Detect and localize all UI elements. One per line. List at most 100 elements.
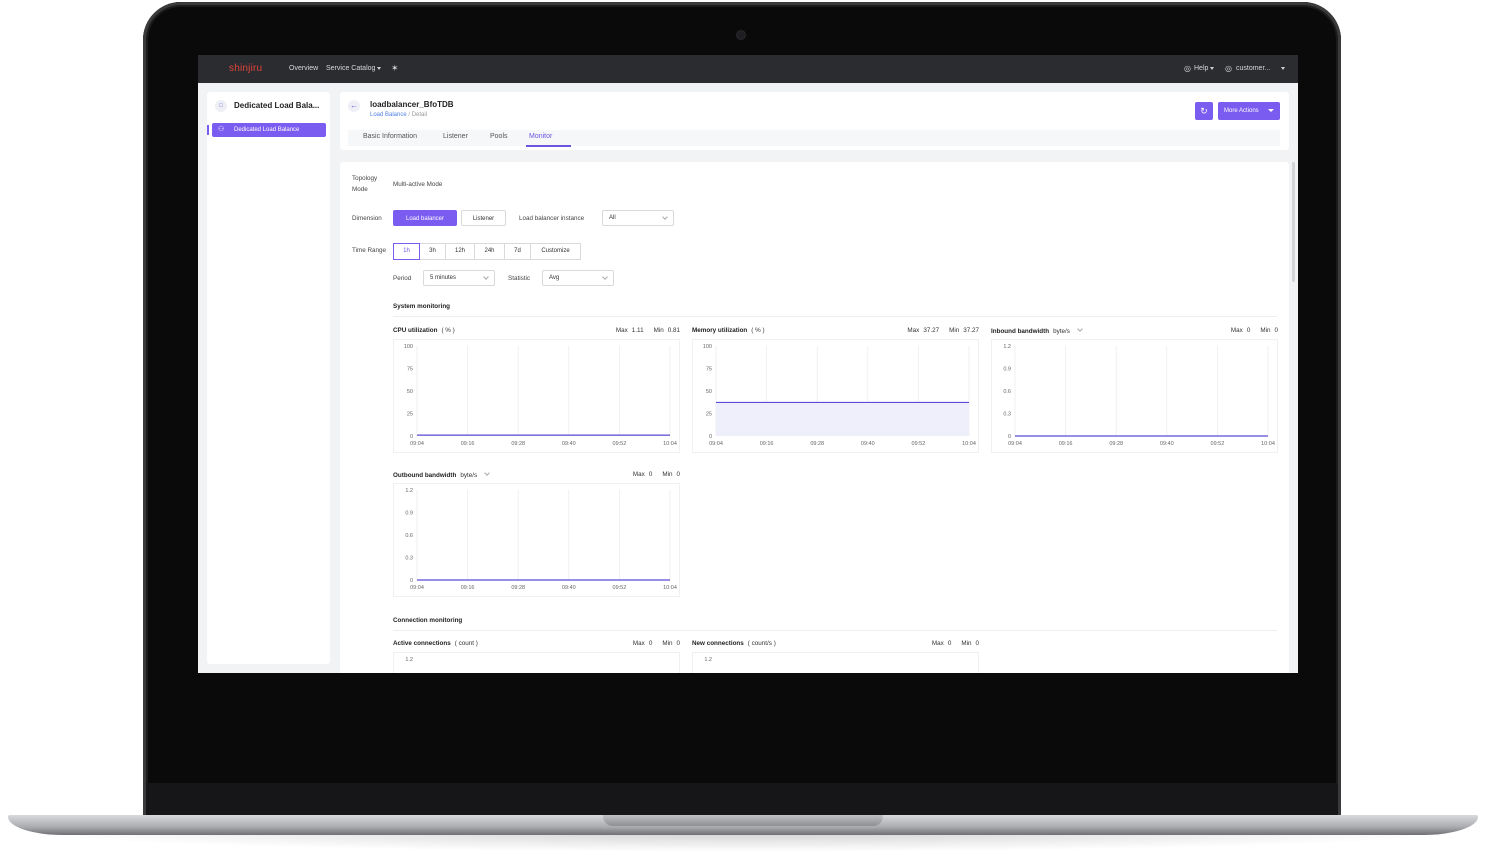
time-range-customize[interactable]: Customize	[530, 243, 581, 260]
min-label: Min	[961, 640, 972, 647]
chart-title: Active connections ( count )	[393, 640, 478, 647]
x-tick-label: 09:40	[562, 585, 576, 591]
y-tick-label: 0	[1008, 434, 1011, 440]
chart-outbound-bandwidth: Outbound bandwidth byte/s Max 0 Min 0 1.2 0.9 0.…	[393, 470, 680, 605]
tab-pools[interactable]: Pools	[490, 133, 508, 140]
unit-select[interactable]: byte/s	[1053, 326, 1083, 335]
x-tick-label: 09:28	[511, 441, 525, 447]
screen: shinjiru Overview Service Catalog ✶ ◎ He…	[198, 55, 1298, 673]
chevron-down-icon	[483, 274, 489, 280]
y-tick-label: 1.2	[1003, 344, 1011, 350]
series-area	[716, 402, 969, 436]
instance-select[interactable]: All	[602, 210, 674, 226]
instance-label: Load balancer instance	[519, 215, 585, 222]
max-value: 0	[1246, 327, 1251, 334]
chart-unit-text: byte/s	[1053, 328, 1070, 335]
chart-unit-text: byte/s	[460, 472, 478, 479]
caret-down-icon	[377, 66, 382, 70]
statistic-select[interactable]: Avg	[542, 270, 614, 286]
x-tick-label: 10:04	[1261, 441, 1275, 447]
x-tick-label: 09:04	[410, 441, 424, 447]
chart-stats: Max 37.27 Min 37.27	[907, 327, 979, 334]
time-range-1h[interactable]: 1h	[393, 243, 420, 260]
statistic-value: Avg	[549, 275, 560, 281]
user-icon: ◎	[1225, 64, 1232, 73]
network-icon: ⚇	[218, 126, 225, 133]
max-label: Max	[1230, 327, 1243, 334]
x-tick-label: 09:16	[760, 441, 774, 447]
chart-title: New connections ( count/s )	[692, 640, 776, 647]
pin-icon[interactable]: ✶	[391, 63, 399, 74]
chart-title: Outbound bandwidth byte/s	[393, 470, 490, 479]
chart-unit: ( % )	[441, 327, 454, 334]
x-tick-label: 09:04	[410, 585, 424, 591]
chevron-down-icon	[602, 274, 608, 280]
camera-icon	[737, 31, 745, 39]
time-range-3h[interactable]: 3h	[419, 243, 446, 260]
time-range-24h[interactable]: 24h	[474, 243, 505, 260]
x-tick-label: 09:52	[613, 441, 627, 447]
x-tick-label: 10:04	[663, 441, 677, 447]
chart-unit: ( count/s )	[748, 640, 776, 647]
tab-listener[interactable]: Listener	[443, 133, 468, 140]
refresh-button[interactable]: ↻	[1195, 102, 1213, 120]
x-tick-label: 09:04	[709, 441, 723, 447]
help-menu[interactable]: Help	[1194, 65, 1215, 72]
y-tick-label: 0.9	[1003, 367, 1011, 373]
nav-overview[interactable]: Overview	[289, 65, 318, 72]
back-arrow-icon[interactable]: ←	[348, 100, 360, 112]
breadcrumb-link[interactable]: Load Balance	[370, 112, 407, 118]
sidebar-item-dedicated-load-balance[interactable]: ⚇ Dedicated Load Balance	[212, 123, 326, 137]
y-tick-label: 1.2	[405, 488, 413, 494]
vertical-scrollbar[interactable]	[1292, 162, 1295, 282]
unit-select[interactable]: byte/s	[460, 470, 490, 479]
dimension-load-balancer-button[interactable]: Load balancer	[393, 210, 457, 226]
instance-value: All	[609, 215, 616, 221]
min-value: 0	[1274, 327, 1278, 334]
y-tick-label: 0.6	[405, 533, 413, 539]
nav-service-catalog[interactable]: Service Catalog	[326, 65, 382, 72]
chart-title: CPU utilization( % )	[393, 327, 455, 334]
refresh-icon: ↻	[1200, 106, 1208, 116]
chart-title-text: Memory utilization	[692, 327, 748, 334]
y-tick-label: 25	[706, 412, 712, 418]
period-value: 5 minutes	[430, 275, 457, 281]
max-label: Max	[615, 327, 628, 334]
y-tick-label: 0.9	[405, 511, 413, 517]
period-select[interactable]: 5 minutes	[423, 270, 495, 286]
period-label: Period	[393, 275, 412, 282]
time-range-12h[interactable]: 12h	[445, 243, 475, 260]
chart-svg: 1.2	[704, 657, 712, 663]
chart-svg: 1.2 0.9 0.6 0.3 009:04 09:16 09:28 09:40 09:52 10…	[405, 488, 677, 591]
connection-monitoring-heading: Connection monitoring	[393, 617, 463, 624]
time-range-7d[interactable]: 7d	[504, 243, 531, 260]
y-tick-label: 50	[706, 389, 712, 395]
chart-svg: 1.2	[405, 657, 413, 663]
dimension-listener-button[interactable]: Listener	[461, 210, 506, 226]
chart-unit-text: ( % )	[751, 327, 765, 334]
min-value: 0	[676, 640, 680, 647]
tab-basic-information[interactable]: Basic Information	[363, 133, 417, 140]
tab-monitor[interactable]: Monitor	[529, 133, 552, 140]
brand-logo[interactable]: shinjiru	[229, 63, 262, 74]
chart-stats: Max 0 Min 0	[633, 471, 680, 478]
y-tick-label: 50	[407, 389, 413, 395]
min-label: Min	[662, 471, 673, 478]
nav-service-catalog-label: Service Catalog	[326, 65, 376, 72]
laptop-notch	[603, 815, 883, 826]
x-tick-label: 09:16	[1059, 441, 1073, 447]
chart-active-connections: Active connections( count ) Max 0 Min 0 1.2	[393, 640, 680, 673]
detail-header: ← loadbalancer_BfoTDB Load Balance / Det…	[340, 92, 1289, 150]
user-menu-caret[interactable]	[1279, 65, 1285, 72]
chevron-down-icon	[662, 214, 668, 220]
more-actions-button[interactable]: More Actions	[1218, 102, 1280, 120]
caret-down-icon	[1281, 66, 1285, 70]
y-tick-label: 0	[410, 434, 413, 440]
chart-svg: 1.2 0.9 0.6 0.3 009:04 09:16 09:28 09:40 09:52 10…	[1003, 344, 1275, 447]
statistic-label: Statistic	[508, 275, 531, 282]
user-menu[interactable]: customer...	[1236, 65, 1270, 72]
x-tick-label: 09:40	[562, 441, 576, 447]
chart-unit: ( % )	[751, 327, 764, 334]
chart-unit-text: ( % )	[441, 327, 455, 334]
chart-new-connections: New connections( count/s ) Max 0 Min 0 1.2	[692, 640, 979, 673]
